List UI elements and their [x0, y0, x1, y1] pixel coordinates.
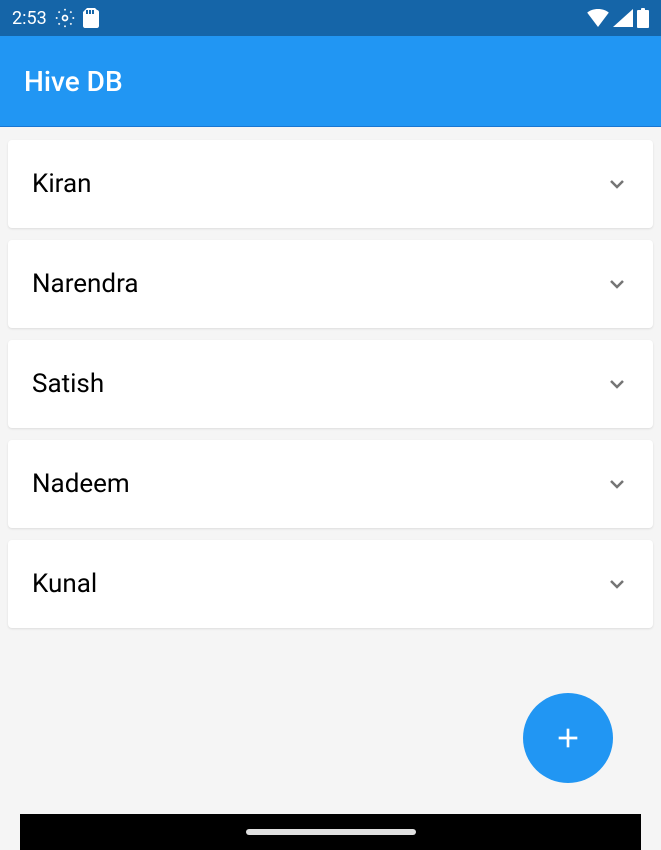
- navigation-bar: [20, 814, 641, 850]
- plus-icon: [552, 722, 584, 754]
- chevron-down-icon: [605, 472, 629, 496]
- list-item[interactable]: Kiran: [8, 140, 653, 228]
- status-left: 2:53: [12, 8, 99, 29]
- chevron-down-icon: [605, 172, 629, 196]
- add-button[interactable]: [523, 693, 613, 783]
- list-item[interactable]: Narendra: [8, 240, 653, 328]
- signal-icon: [613, 9, 633, 27]
- app-bar: Hive DB: [0, 36, 661, 127]
- chevron-down-icon: [605, 272, 629, 296]
- chevron-down-icon: [605, 572, 629, 596]
- list-item-label: Nadeem: [32, 469, 130, 499]
- list-item[interactable]: Kunal: [8, 540, 653, 628]
- list-item-label: Kunal: [32, 569, 97, 599]
- list-item[interactable]: Nadeem: [8, 440, 653, 528]
- list-item-label: Narendra: [32, 269, 139, 299]
- gear-icon: [55, 8, 75, 28]
- chevron-down-icon: [605, 372, 629, 396]
- list-item-label: Satish: [32, 369, 104, 399]
- app-title: Hive DB: [24, 65, 123, 98]
- battery-icon: [637, 8, 649, 28]
- wifi-icon: [587, 9, 609, 27]
- status-bar: 2:53: [0, 0, 661, 36]
- status-right: [587, 8, 649, 28]
- list-item[interactable]: Satish: [8, 340, 653, 428]
- content-list: Kiran Narendra Satish Nadeem: [0, 127, 661, 628]
- sd-card-icon: [83, 8, 99, 28]
- status-time: 2:53: [12, 8, 47, 29]
- home-indicator[interactable]: [246, 829, 416, 835]
- list-item-label: Kiran: [32, 169, 91, 199]
